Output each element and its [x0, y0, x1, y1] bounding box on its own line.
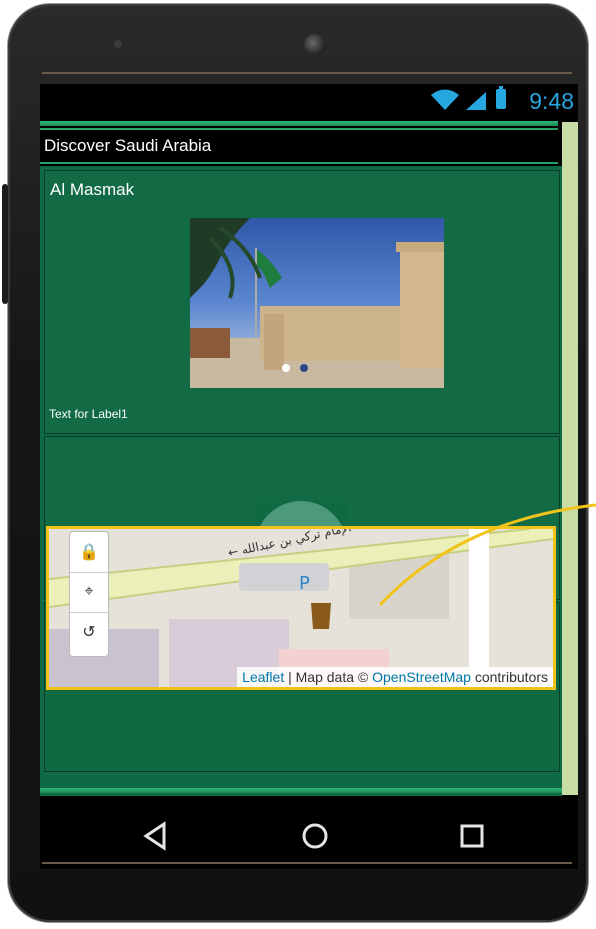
callout-line [378, 503, 596, 607]
